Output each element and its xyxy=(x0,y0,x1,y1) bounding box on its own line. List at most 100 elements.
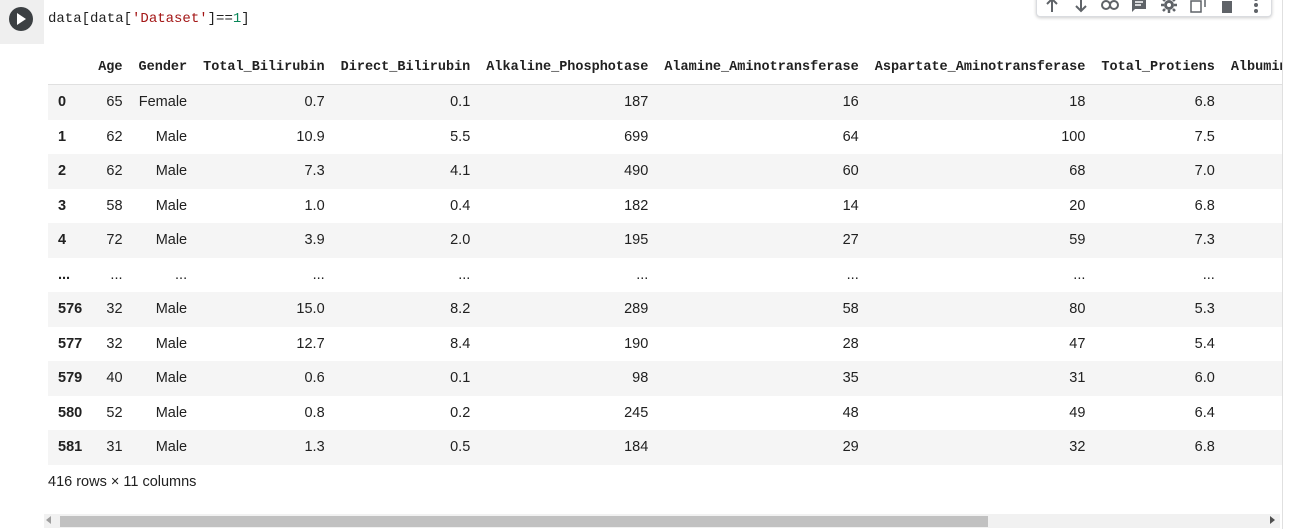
delete-icon[interactable] xyxy=(1217,0,1237,14)
gear-icon[interactable] xyxy=(1159,0,1179,14)
row-index: 580 xyxy=(58,404,83,421)
table-cell: 0.4 xyxy=(450,197,471,214)
table-cell: 6.8 xyxy=(1194,94,1215,111)
column-header: Alkaline_Phosphotase xyxy=(478,50,657,85)
table-cell: 32 xyxy=(106,301,123,318)
code-text: ]== xyxy=(207,11,233,27)
table-cell xyxy=(1223,154,1282,189)
index-header xyxy=(48,50,91,85)
row-index: 4 xyxy=(58,232,67,249)
arrow-down-icon[interactable] xyxy=(1071,0,1091,14)
table-cell: 58 xyxy=(106,197,123,214)
table-cell: 31 xyxy=(106,439,123,456)
table-cell: 490 xyxy=(624,163,649,180)
scroll-left-icon[interactable] xyxy=(46,516,51,524)
column-header: Total_Bilirubin xyxy=(195,50,333,85)
more-vert-icon[interactable] xyxy=(1246,0,1266,14)
table-cell: Male xyxy=(155,335,188,352)
table-cell: 32 xyxy=(1069,439,1086,456)
table-cell: 182 xyxy=(624,197,649,214)
table-cell: 49 xyxy=(1069,404,1086,421)
row-index: 1 xyxy=(58,128,67,145)
table-cell: 5.5 xyxy=(450,128,471,145)
table-cell: 14 xyxy=(842,197,859,214)
table-cell: Male xyxy=(155,301,188,318)
table-row: 4 72 Male 3.9 2.0 195 27 59 7.3 xyxy=(48,223,1282,258)
table-cell: 1.3 xyxy=(304,439,325,456)
dataframe-table: Age Gender Total_Bilirubin Direct_Bilirubin… xyxy=(48,50,1282,465)
table-cell: 245 xyxy=(624,404,649,421)
table-header-row: Age Gender Total_Bilirubin Direct_Bilirubin… xyxy=(48,50,1282,85)
run-cell-button[interactable] xyxy=(9,7,33,31)
table-cell: 0.1 xyxy=(450,370,471,387)
table-cell: 190 xyxy=(624,335,649,352)
table-cell: 65 xyxy=(106,94,123,111)
table-cell: 59 xyxy=(1069,232,1086,249)
table-row: 1 62 Male 10.9 5.5 699 64 100 7.5 xyxy=(48,120,1282,155)
table-row: 0 65 Female 0.7 0.1 187 16 18 6.8 xyxy=(48,84,1282,120)
table-cell: 10.9 xyxy=(296,128,325,145)
scroll-right-icon[interactable] xyxy=(1270,516,1275,524)
table-cell: ... xyxy=(636,266,649,283)
table-cell: 35 xyxy=(842,370,859,387)
horizontal-scrollbar-thumb[interactable] xyxy=(60,516,988,527)
row-index: 2 xyxy=(58,163,67,180)
table-cell: Female xyxy=(138,94,188,111)
table-cell xyxy=(1223,327,1282,362)
table-cell xyxy=(1223,258,1282,293)
table-row: 580 52 Male 0.8 0.2 245 48 49 6.4 xyxy=(48,396,1282,431)
table-cell: ... xyxy=(458,266,471,283)
table-cell: ... xyxy=(110,266,123,283)
table-cell xyxy=(1223,85,1282,120)
table-cell: 18 xyxy=(1069,94,1086,111)
link-icon[interactable] xyxy=(1100,0,1120,14)
table-cell: 100 xyxy=(1061,128,1086,145)
table-cell: Male xyxy=(155,163,188,180)
row-index: 576 xyxy=(58,301,83,318)
dataframe-output: Age Gender Total_Bilirubin Direct_Bilirubin… xyxy=(48,50,1282,468)
table-cell xyxy=(1223,120,1282,155)
arrow-up-icon[interactable] xyxy=(1042,0,1062,14)
table-cell: 58 xyxy=(842,301,859,318)
table-cell: 0.1 xyxy=(450,94,471,111)
column-header: Total_Protiens xyxy=(1093,50,1223,85)
table-cell: 27 xyxy=(842,232,859,249)
table-cell: 0.2 xyxy=(450,404,471,421)
table-cell: ... xyxy=(312,266,325,283)
table-cell: 98 xyxy=(632,370,649,387)
table-cell: 64 xyxy=(842,128,859,145)
row-index: 579 xyxy=(58,370,83,387)
comment-icon[interactable] xyxy=(1129,0,1149,14)
table-cell: 31 xyxy=(1069,370,1086,387)
table-cell: 62 xyxy=(106,128,123,145)
table-cell: 20 xyxy=(1069,197,1086,214)
table-cell: 2.0 xyxy=(450,232,471,249)
code-string: 'Dataset' xyxy=(132,11,208,27)
table-cell: 4.1 xyxy=(450,163,471,180)
table-cell: 16 xyxy=(842,94,859,111)
table-cell: 7.3 xyxy=(304,163,325,180)
row-index: 581 xyxy=(58,439,83,456)
code-editor[interactable]: data[data['Dataset']==1] xyxy=(48,11,250,27)
table-cell: 7.5 xyxy=(1194,128,1215,145)
mirror-cell-icon[interactable] xyxy=(1188,0,1208,14)
column-header: Alamine_Aminotransferase xyxy=(656,50,867,85)
dataframe-summary: 416 rows × 11 columns xyxy=(48,474,197,490)
table-row: 2 62 Male 7.3 4.1 490 60 68 7.0 xyxy=(48,154,1282,189)
table-cell xyxy=(1223,361,1282,396)
table-cell: 7.0 xyxy=(1194,163,1215,180)
table-cell: 187 xyxy=(624,94,649,111)
table-cell: ... xyxy=(1202,266,1215,283)
table-cell: 6.4 xyxy=(1194,404,1215,421)
column-header: Gender xyxy=(130,50,196,85)
row-index: 3 xyxy=(58,197,67,214)
table-cell: 15.0 xyxy=(296,301,325,318)
vertical-scrollbar[interactable] xyxy=(1282,0,1290,529)
table-cell: 52 xyxy=(106,404,123,421)
table-cell: 0.7 xyxy=(304,94,325,111)
table-cell: 1.0 xyxy=(304,197,325,214)
table-cell: 47 xyxy=(1069,335,1086,352)
table-row: 579 40 Male 0.6 0.1 98 35 31 6.0 xyxy=(48,361,1282,396)
code-text: ] xyxy=(241,11,250,27)
table-cell: 68 xyxy=(1069,163,1086,180)
